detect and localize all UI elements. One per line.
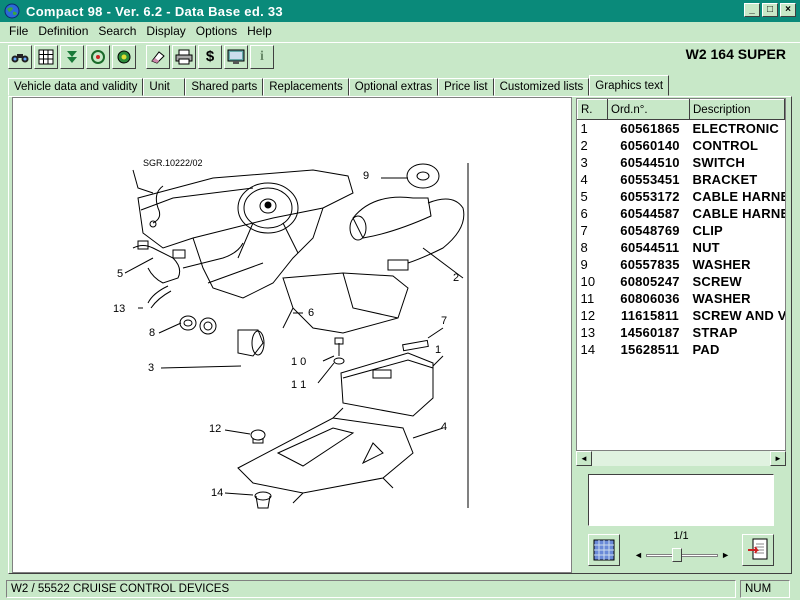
table-row[interactable]: 8 60544511 NUT — [578, 239, 785, 256]
page-navigation: 1/1 ◄ ► — [586, 530, 776, 570]
grid-button[interactable] — [34, 44, 58, 69]
info-button[interactable]: i — [250, 44, 274, 69]
callout-6: 6 — [308, 307, 314, 319]
table-row[interactable]: 4 60553451 BRACKET — [578, 171, 785, 188]
table-row[interactable]: 3 60544510 SWITCH — [578, 154, 785, 171]
grid-icon — [593, 539, 615, 561]
callout-3: 3 — [148, 362, 154, 374]
callout-5: 5 — [117, 268, 123, 280]
toolbar: $ i — [0, 42, 800, 70]
table-row[interactable]: 2 60560140 CONTROL — [578, 137, 785, 154]
column-header-description[interactable]: Description — [689, 99, 785, 120]
binoculars-icon — [11, 53, 29, 62]
table-view-button[interactable] — [588, 534, 620, 566]
tab-unit[interactable]: Unit — [143, 78, 186, 96]
drawing-ref-code: SGR.10222/02 — [143, 158, 203, 168]
steering-wheel-icon — [91, 49, 105, 64]
tab-price-list[interactable]: Price list — [438, 78, 494, 96]
num-lock-indicator: NUM — [740, 580, 790, 598]
parts-diagram: SGR.10222/02 1 2 3 4 5 6 7 8 9 1 0 1 1 1… — [113, 158, 469, 509]
table-row[interactable]: 9 60557835 WASHER — [578, 256, 785, 273]
menu-help[interactable]: Help — [242, 24, 277, 38]
printer-icon — [175, 49, 193, 64]
table-row[interactable]: 6 60544587 CABLE HARNE — [578, 205, 785, 222]
steering-button[interactable] — [86, 44, 110, 69]
dollar-icon: $ — [205, 48, 215, 65]
info-icon: i — [260, 48, 264, 64]
export-document-button[interactable] — [742, 534, 774, 566]
menu-bar: File Definition Search Display Options H… — [0, 22, 800, 40]
callout-10: 1 0 — [291, 356, 306, 368]
title-bar[interactable]: Compact 98 - Ver. 6.2 - Data Base ed. 33… — [0, 0, 800, 22]
grid-icon — [38, 49, 54, 64]
table-row[interactable]: 12 11615811 SCREW AND V — [578, 307, 785, 324]
page-prev-arrow[interactable]: ◄ — [634, 550, 643, 560]
callout-9: 9 — [363, 170, 369, 182]
menu-options[interactable]: Options — [191, 24, 242, 38]
tab-customized-lists[interactable]: Customized lists — [493, 78, 590, 96]
print-button[interactable] — [172, 44, 196, 69]
window-title: Compact 98 - Ver. 6.2 - Data Base ed. 33 — [26, 3, 283, 19]
table-row[interactable]: 10 60805247 SCREW — [578, 273, 785, 290]
callout-8: 8 — [149, 327, 155, 339]
callout-4: 4 — [441, 421, 447, 433]
binoculars-button[interactable] — [8, 44, 32, 69]
close-button[interactable]: × — [780, 3, 796, 17]
document-export-icon — [748, 538, 768, 560]
globe-icon — [4, 3, 20, 19]
callout-7: 7 — [441, 315, 447, 327]
callout-13: 13 — [113, 303, 125, 315]
power-icon — [117, 50, 131, 63]
table-row[interactable]: 13 14560187 STRAP — [578, 324, 785, 341]
menu-display[interactable]: Display — [141, 24, 190, 38]
tab-graphics-text[interactable]: Graphics text — [589, 75, 670, 96]
menu-search[interactable]: Search — [93, 24, 141, 38]
table-row[interactable]: 5 60553172 CABLE HARNE — [578, 188, 785, 205]
parts-table-scrollbar[interactable]: ◄ ► — [576, 450, 786, 466]
scroll-right-button[interactable]: ► — [770, 451, 786, 466]
table-row[interactable]: 11 60806036 WASHER — [578, 290, 785, 307]
callout-11: 1 1 — [291, 379, 306, 391]
monitor-button[interactable] — [224, 44, 248, 69]
column-header-order-number[interactable]: Ord.n°. — [607, 99, 690, 120]
part-note-box[interactable] — [588, 474, 774, 526]
callout-1: 1 — [435, 344, 441, 356]
tab-optional-extras[interactable]: Optional extras — [348, 78, 439, 96]
parts-table: R. Ord.n°. Description 1 60561865 ELECTRON… — [577, 99, 785, 358]
menu-file[interactable]: File — [4, 24, 33, 38]
page-slider[interactable]: ◄ ► — [634, 548, 730, 562]
callout-12: 12 — [209, 423, 221, 435]
filter-button[interactable] — [60, 44, 84, 69]
status-bar: W2 / 55522 CRUISE CONTROL DEVICES NUM — [0, 578, 800, 600]
minimize-button[interactable]: _ — [744, 3, 760, 17]
scroll-left-button[interactable]: ◄ — [576, 451, 592, 466]
tab-replacements[interactable]: Replacements — [263, 78, 349, 96]
tab-strip: Vehicle data and validity Unit Shared pa… — [8, 75, 670, 96]
exploded-view-drawing[interactable]: SGR.10222/02 1 2 3 4 5 6 7 8 9 1 0 1 1 1… — [12, 97, 572, 573]
tab-vehicle-data[interactable]: Vehicle data and validity — [8, 78, 144, 96]
page-indicator: 1/1 — [673, 530, 689, 542]
page-slider-thumb[interactable] — [672, 548, 682, 562]
maximize-button[interactable]: □ — [762, 3, 778, 17]
table-row[interactable]: 7 60548769 CLIP — [578, 222, 785, 239]
table-row[interactable]: 14 15628511 PAD — [578, 341, 785, 358]
power-button[interactable] — [112, 44, 136, 69]
tab-shared-parts[interactable]: Shared parts — [185, 78, 264, 96]
callout-14: 14 — [211, 487, 223, 499]
eraser-icon — [151, 50, 165, 64]
table-row[interactable]: 1 60561865 ELECTRONIC — [578, 120, 785, 137]
menu-definition[interactable]: Definition — [33, 24, 93, 38]
down-arrow-icon — [67, 50, 77, 63]
page-next-arrow[interactable]: ► — [721, 550, 730, 560]
model-label: W2 164 SUPER — [685, 46, 786, 62]
parts-list-panel: R. Ord.n°. Description 1 60561865 ELECTRON… — [576, 98, 786, 466]
status-text: W2 / 55522 CRUISE CONTROL DEVICES — [6, 580, 736, 598]
price-button[interactable]: $ — [198, 44, 222, 69]
monitor-icon — [227, 49, 245, 64]
callout-2: 2 — [453, 272, 459, 284]
column-header-ref[interactable]: R. — [577, 99, 608, 120]
eraser-button[interactable] — [146, 44, 170, 69]
